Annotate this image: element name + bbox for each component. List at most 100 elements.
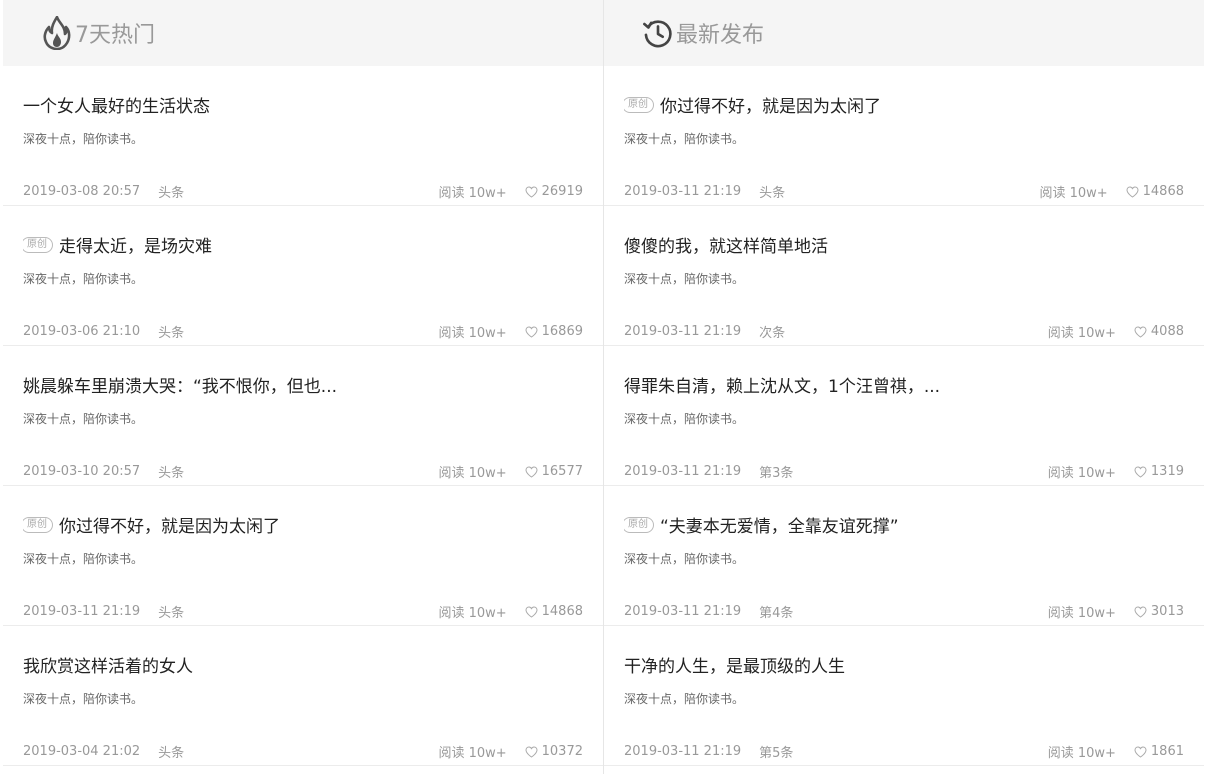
read-count: 阅读 10w+ (438, 186, 507, 201)
like-number: 1319 (1150, 464, 1184, 479)
article-title[interactable]: 我欣赏这样活着的女人 (23, 652, 193, 677)
article-title-row[interactable]: 姚晨躲车里崩溃大哭：“我不恨你，但也... (23, 372, 583, 397)
latest-column: 最新发布 原创 你过得不好，就是因为太闲了 深夜十点，陪你读书。 2019-03… (603, 0, 1204, 774)
publish-date: 2019-03-11 21:19 (624, 744, 742, 759)
article-position: 头条 (158, 746, 185, 761)
like-count: 10372 (525, 744, 583, 759)
article-position: 头条 (158, 326, 185, 341)
article-title[interactable]: 干净的人生，是最顶级的人生 (624, 652, 845, 677)
article-title[interactable]: 走得太近，是场灾难 (59, 232, 212, 257)
article-source: 深夜十点，陪你读书。 (23, 132, 144, 146)
heart-icon (525, 185, 538, 198)
heart-icon (1134, 605, 1147, 618)
article-position: 头条 (158, 606, 185, 621)
publish-date: 2019-03-11 21:19 (624, 604, 742, 619)
article-title-row[interactable]: 原创 你过得不好，就是因为太闲了 (23, 512, 583, 537)
like-count: 1319 (1134, 464, 1184, 479)
heart-icon (1134, 325, 1147, 338)
article-meta: 2019-03-11 21:19 第3条 阅读 10w+ 1319 (624, 462, 1184, 481)
article-source: 深夜十点，陪你读书。 (23, 272, 144, 286)
hot-7days-column: 7天热门 一个女人最好的生活状态 深夜十点，陪你读书。 2019-03-08 2… (3, 0, 603, 774)
article-item[interactable]: 姚晨躲车里崩溃大哭：“我不恨你，但也... 深夜十点，陪你读书。 2019-03… (3, 346, 603, 486)
article-rankings: 7天热门 一个女人最好的生活状态 深夜十点，陪你读书。 2019-03-08 2… (0, 0, 1210, 774)
read-count: 阅读 10w+ (1047, 326, 1116, 341)
article-title[interactable]: “夫妻本无爱情，全靠友谊死撑” (660, 512, 899, 537)
publish-date: 2019-03-04 21:02 (23, 744, 141, 759)
read-count: 阅读 10w+ (1047, 606, 1116, 621)
like-count: 14868 (525, 604, 583, 619)
article-meta: 2019-03-11 21:19 第4条 阅读 10w+ 3013 (624, 602, 1184, 621)
article-source: 深夜十点，陪你读书。 (624, 132, 745, 146)
read-count: 阅读 10w+ (438, 606, 507, 621)
like-count: 16577 (525, 464, 583, 479)
latest-title: 最新发布 (676, 23, 765, 48)
article-title[interactable]: 你过得不好，就是因为太闲了 (59, 512, 280, 537)
latest-header: 最新发布 (604, 0, 1204, 66)
article-source: 深夜十点，陪你读书。 (23, 552, 144, 566)
article-position: 第4条 (759, 606, 794, 621)
article-meta: 2019-03-10 20:57 头条 阅读 10w+ 16577 (23, 462, 583, 481)
article-meta: 2019-03-11 21:19 头条 阅读 10w+ 14868 (23, 602, 583, 621)
article-item[interactable]: 原创 你过得不好，就是因为太闲了 深夜十点，陪你读书。 2019-03-11 2… (3, 486, 603, 626)
article-position: 头条 (158, 466, 185, 481)
history-clock-icon (642, 15, 674, 51)
article-item[interactable]: 干净的人生，是最顶级的人生 深夜十点，陪你读书。 2019-03-11 21:1… (604, 626, 1204, 766)
article-item[interactable]: 原创 你过得不好，就是因为太闲了 深夜十点，陪你读书。 2019-03-11 2… (604, 66, 1204, 206)
publish-date: 2019-03-08 20:57 (23, 184, 141, 199)
article-title[interactable]: 你过得不好，就是因为太闲了 (660, 92, 881, 117)
like-count: 14868 (1126, 184, 1184, 199)
article-item[interactable]: 傻傻的我，就这样简单地活 深夜十点，陪你读书。 2019-03-11 21:19… (604, 206, 1204, 346)
like-number: 16869 (541, 324, 583, 339)
like-count: 1861 (1134, 744, 1184, 759)
read-count: 阅读 10w+ (438, 746, 507, 761)
latest-list: 原创 你过得不好，就是因为太闲了 深夜十点，陪你读书。 2019-03-11 2… (604, 66, 1204, 766)
article-item[interactable]: 原创 走得太近，是场灾难 深夜十点，陪你读书。 2019-03-06 21:10… (3, 206, 603, 346)
article-item[interactable]: 得罪朱自清，赖上沈从文，1个汪曾祺，... 深夜十点，陪你读书。 2019-03… (604, 346, 1204, 486)
article-item[interactable]: 一个女人最好的生活状态 深夜十点，陪你读书。 2019-03-08 20:57 … (3, 66, 603, 206)
article-title-row[interactable]: 得罪朱自清，赖上沈从文，1个汪曾祺，... (624, 372, 1184, 397)
original-badge: 原创 (624, 96, 654, 113)
article-title-row[interactable]: 干净的人生，是最顶级的人生 (624, 652, 1184, 677)
article-position: 第3条 (759, 466, 794, 481)
article-meta: 2019-03-04 21:02 头条 阅读 10w+ 10372 (23, 742, 583, 761)
article-title[interactable]: 傻傻的我，就这样简单地活 (624, 232, 828, 257)
heart-icon (525, 605, 538, 618)
article-title-row[interactable]: 一个女人最好的生活状态 (23, 92, 583, 117)
publish-date: 2019-03-11 21:19 (23, 604, 141, 619)
article-position: 第5条 (759, 746, 794, 761)
article-item[interactable]: 我欣赏这样活着的女人 深夜十点，陪你读书。 2019-03-04 21:02 头… (3, 626, 603, 766)
fire-icon (41, 15, 73, 51)
heart-icon (1134, 465, 1147, 478)
heart-icon (525, 325, 538, 338)
article-source: 深夜十点，陪你读书。 (624, 412, 745, 426)
like-number: 3013 (1150, 604, 1184, 619)
article-title-row[interactable]: 傻傻的我，就这样简单地活 (624, 232, 1184, 257)
article-meta: 2019-03-11 21:19 头条 阅读 10w+ 14868 (624, 182, 1184, 201)
article-title-row[interactable]: 原创 你过得不好，就是因为太闲了 (624, 92, 1184, 117)
article-meta: 2019-03-06 21:10 头条 阅读 10w+ 16869 (23, 322, 583, 341)
like-number: 14868 (1142, 184, 1184, 199)
like-number: 16577 (541, 464, 583, 479)
article-title-row[interactable]: 原创 走得太近，是场灾难 (23, 232, 583, 257)
article-title-row[interactable]: 原创 “夫妻本无爱情，全靠友谊死撑” (624, 512, 1184, 537)
read-count: 阅读 10w+ (1047, 466, 1116, 481)
article-title[interactable]: 得罪朱自清，赖上沈从文，1个汪曾祺，... (624, 372, 940, 397)
article-position: 头条 (158, 186, 185, 201)
article-meta: 2019-03-08 20:57 头条 阅读 10w+ 26919 (23, 182, 583, 201)
publish-date: 2019-03-10 20:57 (23, 464, 141, 479)
article-position: 次条 (759, 326, 786, 341)
publish-date: 2019-03-11 21:19 (624, 324, 742, 339)
article-title[interactable]: 姚晨躲车里崩溃大哭：“我不恨你，但也... (23, 372, 337, 397)
article-item[interactable]: 原创 “夫妻本无爱情，全靠友谊死撑” 深夜十点，陪你读书。 2019-03-11… (604, 486, 1204, 626)
hot-7days-header: 7天热门 (3, 0, 603, 66)
read-count: 阅读 10w+ (438, 326, 507, 341)
article-source: 深夜十点，陪你读书。 (23, 412, 144, 426)
like-count: 26919 (525, 184, 583, 199)
publish-date: 2019-03-06 21:10 (23, 324, 141, 339)
article-title-row[interactable]: 我欣赏这样活着的女人 (23, 652, 583, 677)
read-count: 阅读 10w+ (1047, 746, 1116, 761)
article-title[interactable]: 一个女人最好的生活状态 (23, 92, 210, 117)
article-source: 深夜十点，陪你读书。 (23, 692, 144, 706)
heart-icon (1126, 185, 1139, 198)
like-number: 1861 (1150, 744, 1184, 759)
